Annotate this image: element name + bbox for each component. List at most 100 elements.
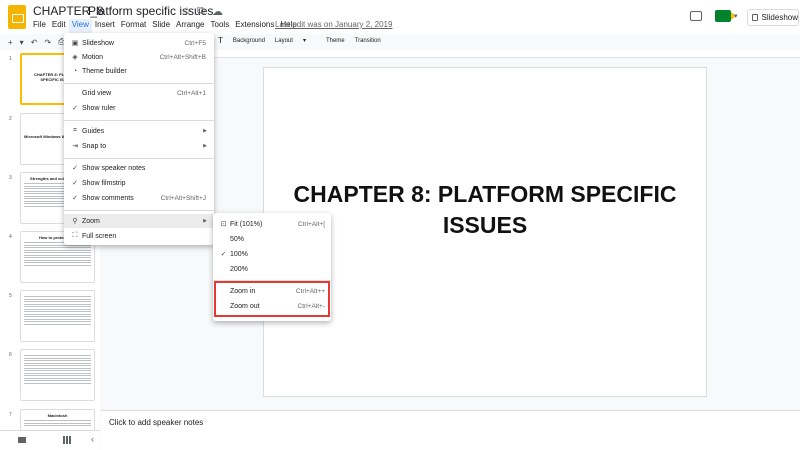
last-edit-link[interactable]: Last edit was on January 2, 2019 bbox=[275, 20, 392, 29]
menu-edit[interactable]: Edit bbox=[49, 19, 69, 33]
zoom-in[interactable]: Zoom in Ctrl+Alt++ bbox=[213, 284, 331, 298]
menu-item-label: Guides bbox=[82, 127, 105, 135]
menu-item-label: Full screen bbox=[82, 232, 117, 240]
filmstrip-view-icon[interactable] bbox=[63, 436, 71, 444]
submenu-arrow-icon: ▶ bbox=[203, 218, 207, 224]
theme-button[interactable]: Theme bbox=[326, 38, 345, 44]
menu-item-label: Zoom bbox=[82, 217, 100, 225]
meet-icon[interactable] bbox=[715, 10, 736, 22]
slide-thumbnail[interactable]: Macintosh bbox=[20, 409, 95, 430]
document-title[interactable]: Platform specific issues bbox=[88, 4, 213, 18]
check-icon: ✓ bbox=[72, 180, 78, 187]
check-icon: ✓ bbox=[72, 195, 78, 202]
motion-icon: ◈ bbox=[72, 54, 78, 61]
menu-item-full-screen[interactable]: ⛶ Full screen bbox=[64, 229, 214, 243]
menu-item-show-comments[interactable]: ✓ Show comments Ctrl+Alt+Shift+J bbox=[64, 191, 214, 205]
menu-item-label: Motion bbox=[82, 53, 104, 61]
slide-number: 7 bbox=[9, 412, 12, 418]
chevron-down-icon[interactable]: ▾ bbox=[20, 38, 24, 47]
menu-item-zoom[interactable]: ⚲ Zoom ▶ bbox=[64, 214, 214, 228]
menu-item-show-ruler[interactable]: ✓ Show ruler bbox=[64, 101, 214, 115]
menu-item-label: Theme builder bbox=[82, 67, 127, 75]
menu-item-theme-builder[interactable]: ◔ Theme builder bbox=[64, 64, 214, 78]
zoom-200[interactable]: 200% bbox=[213, 262, 331, 276]
slide-thumbnail[interactable] bbox=[20, 290, 95, 342]
submenu-arrow-icon: ▶ bbox=[203, 128, 207, 134]
move-folder-icon[interactable]: ⧉ bbox=[197, 5, 205, 18]
thumbnail-text bbox=[24, 242, 91, 266]
thumbnail-text bbox=[24, 420, 91, 426]
menu-format[interactable]: Format bbox=[118, 19, 149, 33]
layout-button-label: Layout bbox=[274, 38, 293, 44]
check-icon: ✓ bbox=[220, 251, 227, 258]
zoom-50[interactable]: 50% bbox=[213, 232, 331, 246]
menu-divider bbox=[64, 210, 214, 211]
chevron-down-icon: ▾ bbox=[302, 38, 306, 44]
menu-item-label: 50% bbox=[230, 235, 245, 243]
slide-number: 1 bbox=[9, 56, 12, 62]
zoom-100[interactable]: ✓ 100% bbox=[213, 247, 331, 261]
menu-item-label: Zoom in bbox=[230, 287, 256, 295]
slide-number: 4 bbox=[9, 234, 12, 240]
menu-slide[interactable]: Slide bbox=[149, 19, 173, 33]
zoom-submenu: ⊡ Fit (101%) Ctrl+Alt+[ 50% ✓ 100% 200% … bbox=[213, 213, 331, 321]
menu-tools[interactable]: Tools bbox=[208, 19, 233, 33]
fit-icon: ⊡ bbox=[220, 221, 227, 228]
slides-logo-icon[interactable] bbox=[8, 5, 26, 29]
cloud-status-icon[interactable]: ☁ bbox=[212, 5, 223, 18]
zoom-out[interactable]: Zoom out Ctrl+Alt+- bbox=[213, 299, 331, 313]
menu-item-guides[interactable]: ⌗ Guides ▶ bbox=[64, 124, 214, 138]
grid-view-icon[interactable] bbox=[18, 437, 26, 443]
toolbar-right: ꓔ Background Layout ▾ Theme Transition bbox=[218, 36, 391, 45]
text-box-icon[interactable]: ꓔ bbox=[218, 36, 223, 45]
comment-history-icon[interactable] bbox=[690, 11, 702, 21]
guides-icon: ⌗ bbox=[73, 127, 77, 134]
menu-item-label: Grid view bbox=[82, 89, 112, 97]
menu-item-label: Zoom out bbox=[230, 302, 260, 310]
menu-bar: File Edit View Insert Format Slide Arran… bbox=[30, 19, 300, 33]
palette-icon: ◔ bbox=[72, 67, 78, 75]
star-icon[interactable]: ☆ bbox=[182, 5, 192, 18]
new-slide-icon[interactable]: + bbox=[8, 38, 13, 47]
menu-item-label: Show comments bbox=[82, 194, 134, 202]
slide-number: 3 bbox=[9, 175, 12, 181]
undo-icon[interactable]: ↶ bbox=[31, 38, 38, 47]
menu-arrange[interactable]: Arrange bbox=[173, 19, 207, 33]
menu-item-show-filmstrip[interactable]: ✓ Show filmstrip bbox=[64, 176, 214, 190]
zoom-icon: ⚲ bbox=[72, 218, 78, 225]
background-button[interactable]: Background bbox=[233, 38, 265, 44]
redo-icon[interactable]: ↷ bbox=[44, 38, 51, 47]
menu-divider bbox=[64, 83, 214, 84]
menu-item-show-speaker-notes[interactable]: ✓ Show speaker notes bbox=[64, 161, 214, 175]
transition-button[interactable]: Transition bbox=[355, 38, 381, 44]
speaker-notes[interactable]: Click to add speaker notes bbox=[101, 410, 800, 450]
zoom-fit[interactable]: ⊡ Fit (101%) Ctrl+Alt+[ bbox=[213, 217, 331, 231]
view-menu-dropdown: ▣ Slideshow Ctrl+F5 ◈ Motion Ctrl+Alt+Sh… bbox=[64, 33, 214, 245]
menu-item-shortcut: Ctrl+F5 bbox=[184, 39, 207, 47]
menu-item-grid-view[interactable]: Grid view Ctrl+Alt+1 bbox=[64, 86, 214, 100]
slideshow-button[interactable]: Slideshow bbox=[747, 9, 799, 26]
slide-title[interactable]: CHAPTER 8: PLATFORM SPECIFIC ISSUES bbox=[280, 179, 690, 241]
speaker-notes-placeholder[interactable]: Click to add speaker notes bbox=[109, 418, 203, 427]
menu-item-label: Show filmstrip bbox=[82, 179, 126, 187]
menu-item-motion[interactable]: ◈ Motion Ctrl+Alt+Shift+B bbox=[64, 50, 214, 64]
menu-item-shortcut: Ctrl+Alt+1 bbox=[177, 89, 206, 97]
chevron-down-icon[interactable]: ▾ bbox=[734, 12, 738, 20]
slide-number: 5 bbox=[9, 293, 12, 299]
menu-divider bbox=[64, 158, 214, 159]
slide-thumbnail[interactable] bbox=[20, 349, 95, 401]
menu-insert[interactable]: Insert bbox=[92, 19, 118, 33]
menu-divider bbox=[64, 120, 214, 121]
menu-file[interactable]: File bbox=[30, 19, 49, 33]
slideshow-icon: ▣ bbox=[71, 40, 79, 47]
menu-item-label: Snap to bbox=[82, 142, 107, 150]
filmstrip-footer bbox=[0, 430, 100, 450]
thumbnail-title: Macintosh bbox=[47, 413, 68, 418]
menu-item-snap-to[interactable]: ⇥ Snap to ▶ bbox=[64, 139, 214, 153]
menu-extensions[interactable]: Extensions bbox=[232, 19, 277, 33]
chevron-left-icon[interactable]: ‹ bbox=[91, 434, 94, 444]
slide-number: 2 bbox=[9, 116, 12, 122]
menu-item-slideshow[interactable]: ▣ Slideshow Ctrl+F5 bbox=[64, 36, 214, 50]
layout-button[interactable]: Layout ▾ bbox=[275, 37, 316, 44]
menu-view[interactable]: View bbox=[68, 19, 92, 33]
